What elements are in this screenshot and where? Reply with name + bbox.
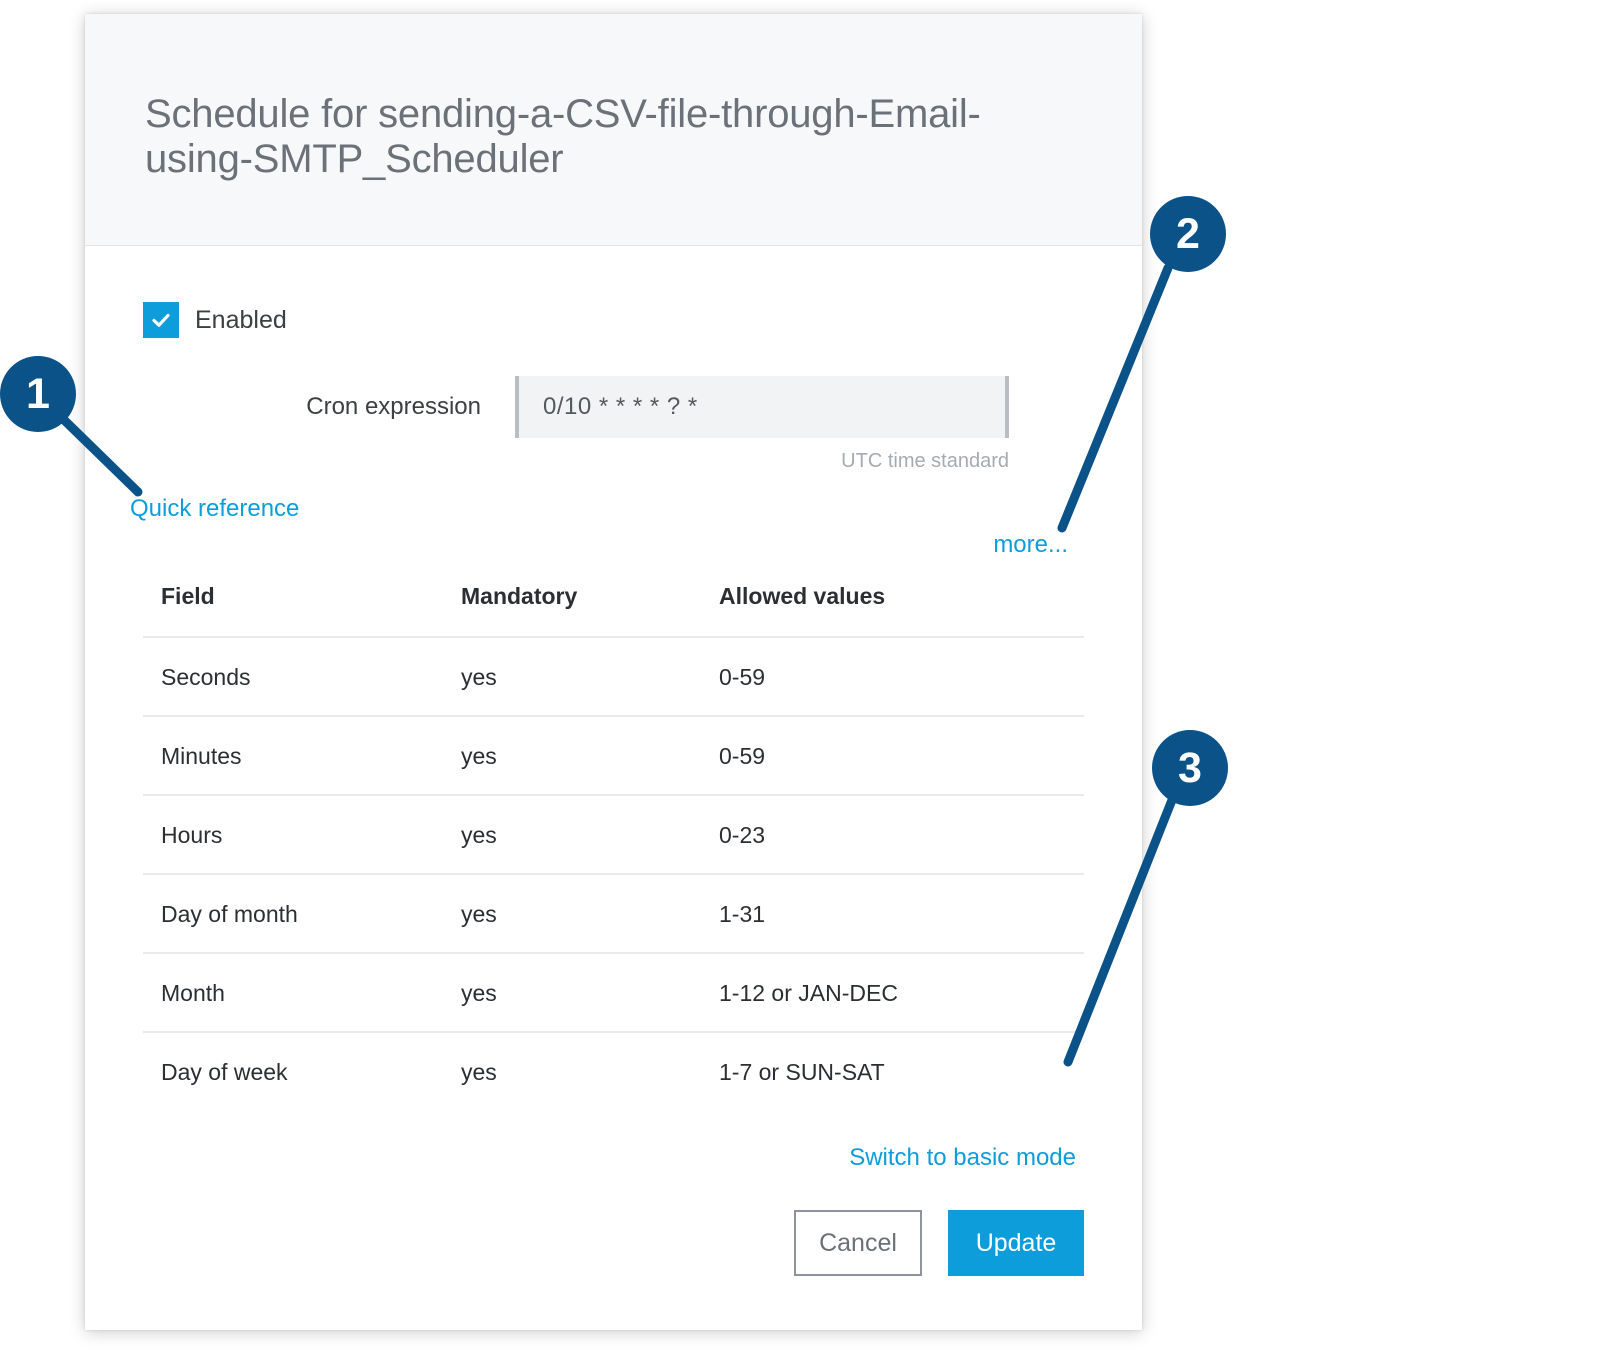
update-button[interactable]: Update	[948, 1210, 1084, 1276]
table-body: Seconds yes 0-59 Minutes yes 0-59 Hours …	[143, 637, 1084, 1110]
cell-mandatory: yes	[461, 953, 719, 1033]
column-header-allowed-values: Allowed values	[719, 583, 1084, 638]
cell-mandatory: yes	[461, 874, 719, 954]
cell-allowed: 0-23	[719, 795, 1084, 875]
schedule-dialog: Schedule for sending-a-CSV-file-through-…	[85, 14, 1142, 1330]
check-icon	[150, 309, 172, 331]
cell-field: Minutes	[143, 716, 461, 796]
cell-field: Day of week	[161, 1059, 288, 1085]
switch-mode-row: Switch to basic mode	[143, 1144, 1084, 1172]
cell-allowed: 0-59	[719, 716, 1084, 796]
table-row: Seconds yes 0-59	[143, 637, 1084, 717]
cron-timezone-hint: UTC time standard	[841, 450, 1009, 472]
table-row: Day of week yes 1-7 or SUN-SAT	[143, 1032, 1084, 1110]
table-row: Hours yes 0-23	[143, 795, 1084, 875]
cell-mandatory: yes	[461, 795, 719, 875]
table-header-row: Field Mandatory Allowed values	[143, 583, 1084, 638]
cron-expression-label: Cron expression	[306, 393, 481, 420]
cancel-button[interactable]: Cancel	[794, 1210, 922, 1276]
cell-field: Hours	[143, 795, 461, 875]
cell-allowed: 1-12 or JAN-DEC	[719, 953, 1084, 1033]
callout-badge-1: 1	[0, 356, 76, 432]
more-row: more...	[143, 531, 1084, 559]
cell-field: Day of month	[143, 874, 461, 954]
table-head: Field Mandatory Allowed values	[143, 583, 1084, 638]
screenshot-root: Schedule for sending-a-CSV-file-through-…	[0, 0, 1598, 1354]
cell-allowed: 1-31	[719, 874, 1084, 954]
table-row: Month yes 1-12 or JAN-DEC	[143, 953, 1084, 1033]
dialog-footer: Cancel Update	[794, 1210, 1084, 1276]
column-header-mandatory: Mandatory	[461, 583, 719, 638]
enabled-row: Enabled	[143, 302, 1084, 338]
enabled-label: Enabled	[195, 305, 287, 334]
cron-expression-input[interactable]: 0/10 * * * * ? *	[515, 376, 1009, 438]
table-row: Minutes yes 0-59	[143, 716, 1084, 796]
quick-reference-link[interactable]: Quick reference	[130, 495, 299, 523]
enabled-checkbox[interactable]	[143, 302, 179, 338]
quick-reference-row: Quick reference	[130, 495, 1084, 523]
cell-allowed: 1-7 or SUN-SAT	[719, 1059, 885, 1085]
callout-badge-3: 3	[1152, 730, 1228, 806]
table-row: Day of month yes 1-31	[143, 874, 1084, 954]
page-title: Schedule for sending-a-CSV-file-through-…	[145, 92, 981, 181]
quick-reference-table: Field Mandatory Allowed values Seconds y…	[143, 583, 1084, 1110]
more-link[interactable]: more...	[993, 531, 1068, 559]
cell-mandatory: yes	[461, 716, 719, 796]
cell-allowed: 0-59	[719, 637, 1084, 717]
cell-field: Month	[143, 953, 461, 1033]
cron-expression-row: Cron expression 0/10 * * * * ? *	[173, 376, 1084, 438]
cell-mandatory: yes	[461, 1059, 497, 1085]
cell-mandatory: yes	[461, 637, 719, 717]
callout-badge-2: 2	[1150, 196, 1226, 272]
dialog-body: Enabled Cron expression 0/10 * * * * ? *…	[85, 246, 1142, 1172]
dialog-header: Schedule for sending-a-CSV-file-through-…	[85, 14, 1142, 246]
switch-to-basic-mode-link[interactable]: Switch to basic mode	[849, 1144, 1076, 1172]
cell-field: Seconds	[143, 637, 461, 717]
column-header-field: Field	[143, 583, 461, 638]
